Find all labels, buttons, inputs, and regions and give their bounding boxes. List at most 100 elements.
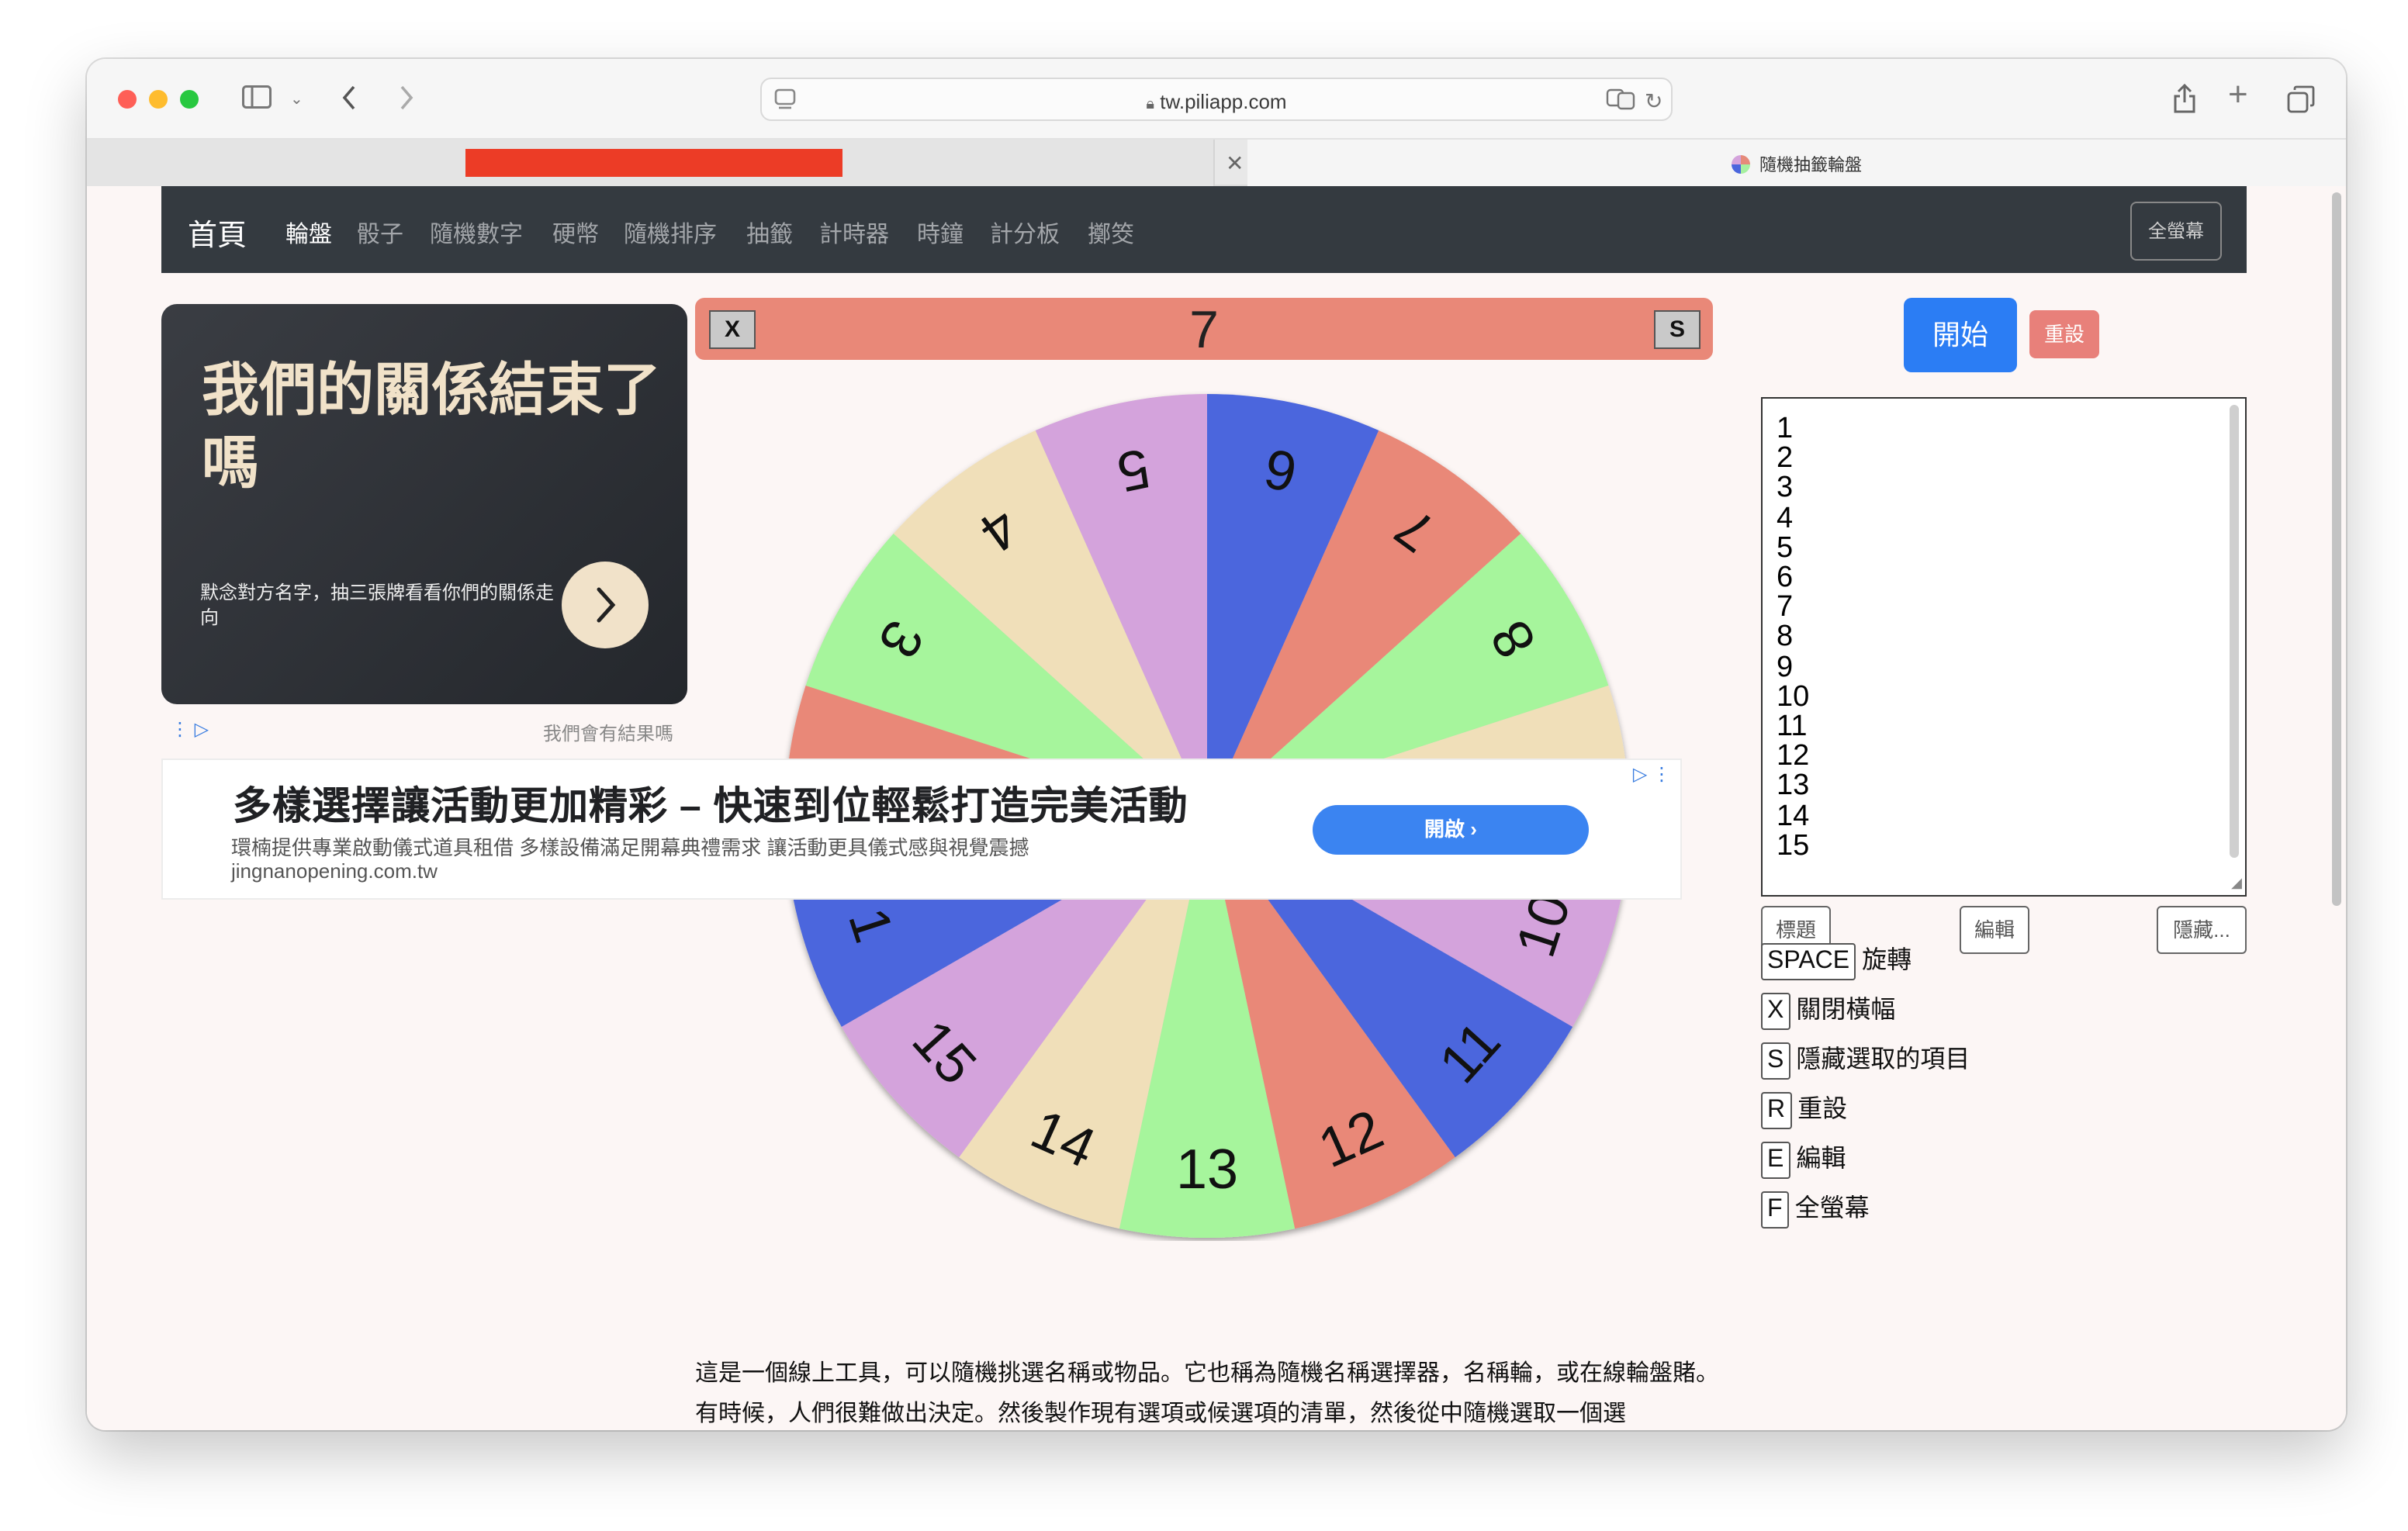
nav-brand[interactable]: 首頁	[188, 213, 247, 254]
fullscreen-button[interactable]: 全螢幕	[2130, 202, 2222, 261]
nav-item-coin[interactable]: 硬幣	[552, 217, 599, 250]
chevron-right-icon: ›	[1470, 817, 1477, 841]
reset-button[interactable]: 重設	[2029, 310, 2099, 358]
nav-item-clock[interactable]: 時鐘	[917, 217, 964, 250]
tab-overview-icon[interactable]	[2287, 85, 2315, 119]
tab-inactive[interactable]	[87, 140, 1215, 186]
list-item: 15	[1777, 829, 1810, 862]
nav-item-random-number[interactable]: 隨機數字	[430, 217, 523, 250]
browser-window: ⌄ 🔒︎ tw.piliapp.com ↻ + ✕ 隨機抽籤輪盤 首頁 輪盤 骰…	[87, 59, 2346, 1430]
list-item: 8	[1777, 620, 1794, 654]
shortcut-label: 全螢幕	[1794, 1196, 1870, 1222]
key-cap: F	[1761, 1191, 1789, 1229]
list-item: 2	[1777, 442, 1794, 475]
wheel-favicon-icon	[1732, 155, 1750, 174]
wheel-label: 13	[1176, 1139, 1238, 1201]
side-ad[interactable]: 我們的關係結束了嗎 默念對方名字，抽三張牌看看你們的關係走向	[161, 304, 687, 704]
banner-ad-open-button[interactable]: 開啟 ›	[1313, 805, 1589, 855]
banner-ad-description: 環楠提供專業啟動儀式道具租借 多樣設備滿足開幕典禮需求 讓活動更具儀式感與視覺震…	[231, 836, 1029, 859]
url-text: 🔒︎ tw.piliapp.com	[762, 90, 1671, 113]
reload-icon[interactable]: ↻	[1645, 88, 1662, 113]
key-cap: S	[1761, 1042, 1790, 1080]
tab-title: 隨機抽籤輪盤	[1759, 157, 1862, 175]
ad-choices-icon[interactable]: ▷ ⋮	[1633, 763, 1671, 785]
sidebar-toggle-icon[interactable]	[242, 85, 272, 115]
tab-bar: ✕ 隨機抽籤輪盤	[87, 140, 2346, 186]
list-item: 4	[1777, 502, 1794, 535]
page-content: 首頁 輪盤 骰子 隨機數字 硬幣 隨機排序 抽籤 計時器 時鐘 計分板 擲筊 全…	[87, 186, 2346, 1430]
list-item: 6	[1777, 562, 1794, 595]
browser-toolbar: ⌄ 🔒︎ tw.piliapp.com ↻ +	[87, 59, 2346, 140]
banner-ad-url[interactable]: jingnanopening.com.tw	[231, 859, 438, 883]
translate-icon[interactable]	[1606, 88, 1637, 116]
page-scrollbar[interactable]	[2332, 192, 2341, 906]
close-window-icon[interactable]	[118, 90, 137, 109]
forward-icon[interactable]	[399, 85, 414, 116]
shortcut-space: SPACE 旋轉	[1761, 943, 1912, 980]
banner-ad-headline[interactable]: 多樣選擇讓活動更加精彩 – 快速到位輕鬆打造完美活動	[233, 776, 1188, 831]
banner-ad[interactable]: 多樣選擇讓活動更加精彩 – 快速到位輕鬆打造完美活動 環楠提供專業啟動儀式道具租…	[161, 759, 1682, 900]
back-icon[interactable]	[341, 85, 357, 116]
nav-item-jiaobei[interactable]: 擲筊	[1088, 217, 1134, 250]
side-ad-title: 我們的關係結束了嗎	[202, 358, 661, 495]
nav-item-scoreboard[interactable]: 計分板	[990, 217, 1060, 250]
lock-icon: 🔒︎	[1146, 96, 1155, 113]
resize-grip-icon[interactable]: ◢	[2231, 875, 2242, 892]
hide-selected-button[interactable]: S	[1654, 310, 1700, 349]
nav-item-lots[interactable]: 抽籤	[746, 217, 793, 250]
shortcut-r: R 重設	[1761, 1092, 1847, 1129]
tab-close-icon[interactable]: ✕	[1226, 150, 1244, 177]
list-item: 5	[1777, 531, 1794, 565]
new-tab-icon[interactable]: +	[2228, 77, 2248, 111]
side-ad-subtitle: 默念對方名字，抽三張牌看看你們的關係走向	[200, 582, 555, 628]
list-item: 9	[1777, 651, 1794, 684]
items-textarea[interactable]: 1 2 3 4 5 6 7 8 9 10 11 12 13 14 15 ◢	[1761, 397, 2247, 897]
zoom-window-icon[interactable]	[180, 90, 199, 109]
shortcut-label: 關閉橫幅	[1796, 997, 1896, 1024]
share-icon[interactable]	[2172, 83, 2197, 121]
textarea-scrollbar[interactable]	[2230, 405, 2239, 858]
side-ad-go-button[interactable]	[562, 562, 649, 648]
key-cap: R	[1761, 1092, 1792, 1129]
side-ad-caption[interactable]: 我們會有結果嗎	[543, 720, 673, 746]
minimize-window-icon[interactable]	[149, 90, 168, 109]
tab-active[interactable]: 隨機抽籤輪盤	[1247, 140, 2346, 186]
result-banner: X 7 S	[695, 298, 1713, 360]
nav-item-dice[interactable]: 骰子	[357, 217, 403, 250]
key-cap: SPACE	[1761, 943, 1856, 980]
hide-button[interactable]: 隱藏...	[2157, 906, 2247, 954]
shortcut-x: X 關閉橫幅	[1761, 993, 1895, 1030]
tab-redacted-bar	[465, 149, 842, 177]
ad-choices-icon[interactable]: ⋮ ▷	[171, 718, 209, 740]
top-navbar: 首頁 輪盤 骰子 隨機數字 硬幣 隨機排序 抽籤 計時器 時鐘 計分板 擲筊 全…	[161, 186, 2247, 273]
nav-item-roulette[interactable]: 輪盤	[285, 217, 332, 250]
start-button[interactable]: 開始	[1904, 298, 2017, 372]
key-cap: E	[1761, 1142, 1790, 1179]
edit-button[interactable]: 編輯	[1960, 906, 2029, 954]
list-item: 14	[1777, 800, 1810, 833]
url-value: tw.piliapp.com	[1160, 90, 1287, 113]
selected-item: 7	[1189, 301, 1219, 360]
chevron-right-icon	[597, 587, 616, 623]
address-bar[interactable]: 🔒︎ tw.piliapp.com ↻	[760, 78, 1673, 121]
shortcut-e: E 編輯	[1761, 1142, 1846, 1179]
list-item: 13	[1777, 769, 1810, 803]
chevron-down-icon[interactable]: ⌄	[290, 88, 303, 113]
shortcut-s: S 隱藏選取的項目	[1761, 1042, 1970, 1080]
nav-item-shuffle[interactable]: 隨機排序	[624, 217, 717, 250]
shortcut-label: 重設	[1797, 1097, 1848, 1123]
nav-item-timer[interactable]: 計時器	[819, 217, 889, 250]
list-item: 1	[1777, 413, 1794, 445]
list-item: 3	[1777, 472, 1794, 505]
shortcut-f: F 全螢幕	[1761, 1191, 1870, 1229]
list-item: 11	[1777, 710, 1808, 744]
list-item: 10	[1777, 680, 1810, 714]
description-text: 這是一個線上工具，可以隨機挑選名稱或物品。它也稱為隨機名稱選擇器，名稱輪，或在線…	[695, 1360, 1720, 1427]
shortcut-label: 編輯	[1796, 1146, 1846, 1173]
list-item: 12	[1777, 740, 1810, 773]
key-cap: X	[1761, 993, 1790, 1030]
shortcut-label: 隱藏選取的項目	[1796, 1047, 1970, 1073]
list-item: 7	[1777, 591, 1794, 624]
shortcut-label: 旋轉	[1862, 948, 1912, 974]
items-list: 1 2 3 4 5 6 7 8 9 10 11 12 13 14 15	[1777, 414, 1809, 861]
